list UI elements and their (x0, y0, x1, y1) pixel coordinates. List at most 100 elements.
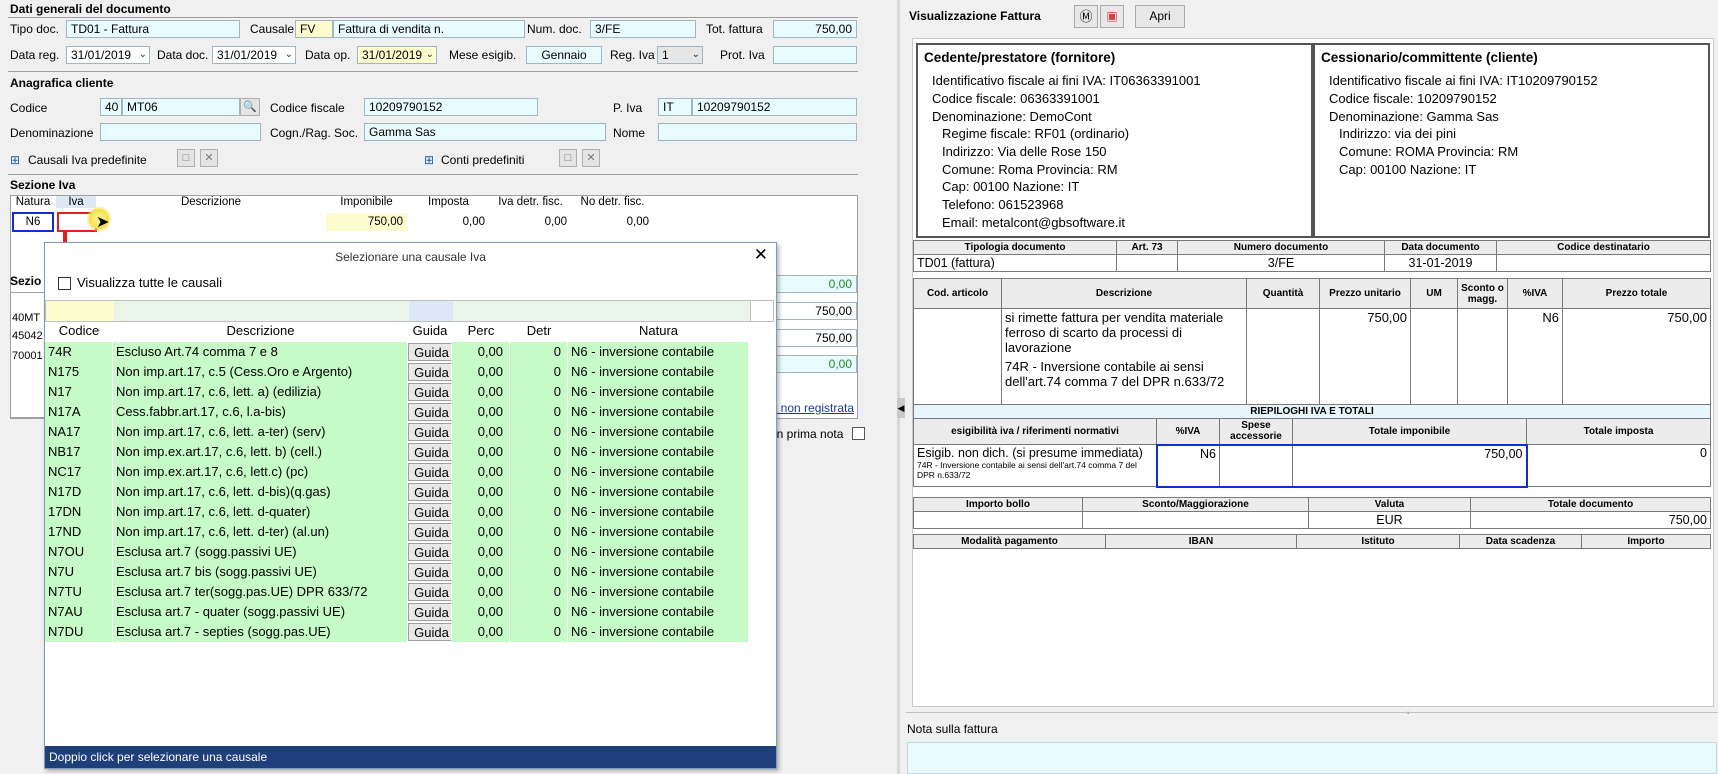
natura-cell[interactable]: N6 (12, 212, 54, 232)
descrizione-cell[interactable] (97, 213, 325, 231)
guida-button[interactable]: Guida (408, 423, 452, 441)
causale-row[interactable]: N17 Non imp.art.17, c.6, lett. a) (ediliz… (45, 382, 749, 402)
imposta-cell[interactable]: 0,00 (408, 213, 489, 231)
col-guida[interactable]: Guida (408, 321, 452, 341)
chevron-down-icon[interactable]: ⌄ (426, 47, 434, 63)
td-spese (1219, 443, 1293, 488)
chevron-down-icon[interactable]: ⌄ (285, 47, 293, 63)
non-registrata-link[interactable]: t non registrata (774, 401, 854, 415)
imponibile-cell[interactable]: 750,00 (326, 213, 407, 231)
close-icon[interactable]: ✕ (754, 245, 768, 265)
data-op-field[interactable]: 31/01/2019 ⌄ (357, 46, 437, 64)
expand-icon[interactable]: ⊞ (424, 153, 434, 167)
causale-row[interactable]: NC17 Non imp.ex.art.17, c.6, lett.c) (pc)… (45, 462, 749, 482)
collapse-icon[interactable]: ◀ (897, 398, 905, 418)
apri-button[interactable]: Apri (1135, 5, 1185, 28)
visualizza-tutte-label[interactable]: Visualizza tutte le causali (77, 275, 222, 290)
col-iva: Iva (56, 196, 96, 208)
filter-codice-input[interactable] (46, 301, 115, 321)
causale-row[interactable]: N175 Non imp.art.17, c.5 (Cess.Oro e Arge… (45, 362, 749, 382)
causale-row[interactable]: N7OU Esclusa art.7 (sogg.passivi UE) Guida… (45, 542, 749, 562)
cell-codice: 17ND (45, 522, 113, 542)
denominazione-field[interactable] (100, 123, 261, 141)
causale-row[interactable]: N7U Esclusa art.7 bis (sogg.passivi UE) Gu… (45, 562, 749, 582)
causale-code-field[interactable]: FV (295, 20, 333, 38)
col-perc[interactable]: Perc (452, 321, 510, 341)
nota-textarea[interactable] (907, 742, 1717, 774)
guida-button[interactable]: Guida (408, 403, 452, 421)
no-detr-cell[interactable]: 0,00 (572, 213, 653, 231)
causale-row[interactable]: N17A Cess.fabbr.art.17, c.6, l.a-bis) Guid… (45, 402, 749, 422)
filter-perc-input[interactable] (453, 301, 512, 321)
guida-button[interactable]: Guida (408, 583, 452, 601)
nome-field[interactable] (658, 123, 857, 141)
xml-logo-icon[interactable]: Ⓜ (1074, 5, 1098, 28)
filter-descrizione-input[interactable] (114, 301, 410, 321)
visualizza-tutte-checkbox[interactable] (58, 277, 71, 290)
conti-predef-label[interactable]: Conti predefiniti (441, 153, 524, 167)
conti-row[interactable]: 45042 (12, 330, 43, 342)
guida-button[interactable]: Guida (408, 463, 452, 481)
cell-perc: 0,00 (452, 382, 510, 402)
piva-country-field[interactable]: IT (658, 98, 692, 116)
cogn-field[interactable]: Gamma Sas (364, 123, 606, 141)
guida-button[interactable]: Guida (408, 603, 452, 621)
piva-field[interactable]: 10209790152 (692, 98, 857, 116)
guida-button[interactable]: Guida (408, 363, 452, 381)
prima-nota-checkbox[interactable] (852, 427, 865, 440)
partial-value: 750,00 (776, 302, 857, 320)
cell-codice: N7OU (45, 542, 113, 562)
conti-row[interactable]: 70001 (12, 350, 43, 362)
search-icon[interactable]: 🔍 (240, 98, 260, 116)
tot-fattura-field[interactable]: 750,00 (773, 20, 857, 38)
data-reg-field[interactable]: 31/01/2019 ⌄ (66, 46, 150, 64)
mese-esigib-field[interactable]: Gennaio (526, 46, 602, 64)
causale-row[interactable]: 17DN Non imp.art.17, c.6, lett. d-quater)… (45, 502, 749, 522)
guida-button[interactable]: Guida (408, 543, 452, 561)
guida-button[interactable]: Guida (408, 523, 452, 541)
prot-iva-field[interactable] (773, 46, 857, 64)
codice-field[interactable]: MT06 (122, 98, 240, 116)
col-codice[interactable]: Codice (45, 321, 113, 341)
delete-icon[interactable]: ✕ (582, 149, 600, 167)
data-doc-field[interactable]: 31/01/2019 ⌄ (212, 46, 296, 64)
tipo-doc-field[interactable]: TD01 - Fattura (66, 20, 240, 38)
causale-row[interactable]: 74R Escluso Art.74 comma 7 e 8 Guida 0,00 0 N… (45, 342, 749, 362)
new-doc-icon[interactable]: □ (177, 149, 195, 167)
col-descrizione[interactable]: Descrizione (113, 321, 408, 341)
codice-fiscale-field[interactable]: 10209790152 (364, 98, 538, 116)
causale-row[interactable]: N7DU Esclusa art.7 - septies (sogg.pas.UE… (45, 622, 749, 642)
iva-detr-cell[interactable]: 0,00 (490, 213, 571, 231)
causale-row[interactable]: N7AU Esclusa art.7 - quater (sogg.passivi… (45, 602, 749, 622)
causale-row[interactable]: NA17 Non imp.art.17, c.6, lett. a-ter) (s… (45, 422, 749, 442)
causale-row[interactable]: NB17 Non imp.ex.art.17, c.6, lett. b) (ce… (45, 442, 749, 462)
filter-natura-input[interactable] (569, 301, 751, 321)
filter-detr-input[interactable] (511, 301, 570, 321)
guida-button[interactable]: Guida (408, 443, 452, 461)
col-natura[interactable]: Natura (568, 321, 749, 341)
chevron-down-icon[interactable]: ⌄ (139, 47, 147, 63)
chevron-down-icon[interactable]: ⌄ (692, 47, 700, 63)
guida-button[interactable]: Guida (408, 503, 452, 521)
causale-row[interactable]: N17D Non imp.art.17, c.6, lett. d-bis)(q.… (45, 482, 749, 502)
causali-predef-label[interactable]: Causali Iva predefinite (28, 153, 147, 167)
delete-icon[interactable]: ✕ (200, 149, 218, 167)
guida-button[interactable]: Guida (408, 563, 452, 581)
causale-row[interactable]: 17ND Non imp.art.17, c.6, lett. d-ter) (a… (45, 522, 749, 542)
num-doc-field[interactable]: 3/FE (590, 20, 696, 38)
codice-num-field[interactable]: 40 (100, 98, 122, 116)
cessionario-box: Cessionario/committente (cliente) Identi… (1313, 43, 1710, 238)
guida-button[interactable]: Guida (408, 623, 452, 641)
new-doc-icon[interactable]: □ (559, 149, 577, 167)
reg-iva-select[interactable]: 1 ⌄ (657, 46, 703, 64)
expand-icon[interactable]: ⊞ (10, 153, 20, 167)
guida-button[interactable]: Guida (408, 343, 452, 361)
splitter[interactable] (897, 0, 900, 774)
causale-row[interactable]: N7TU Esclusa art.7 ter(sogg.pas.UE) DPR 6… (45, 582, 749, 602)
col-detr[interactable]: Detr (510, 321, 568, 341)
causale-desc-field[interactable]: Fattura di vendita n. (333, 20, 525, 38)
guida-button[interactable]: Guida (408, 483, 452, 501)
guida-button[interactable]: Guida (408, 383, 452, 401)
pdf-icon[interactable]: ▣ (1100, 5, 1124, 28)
conti-row[interactable]: 40MT (12, 312, 40, 324)
